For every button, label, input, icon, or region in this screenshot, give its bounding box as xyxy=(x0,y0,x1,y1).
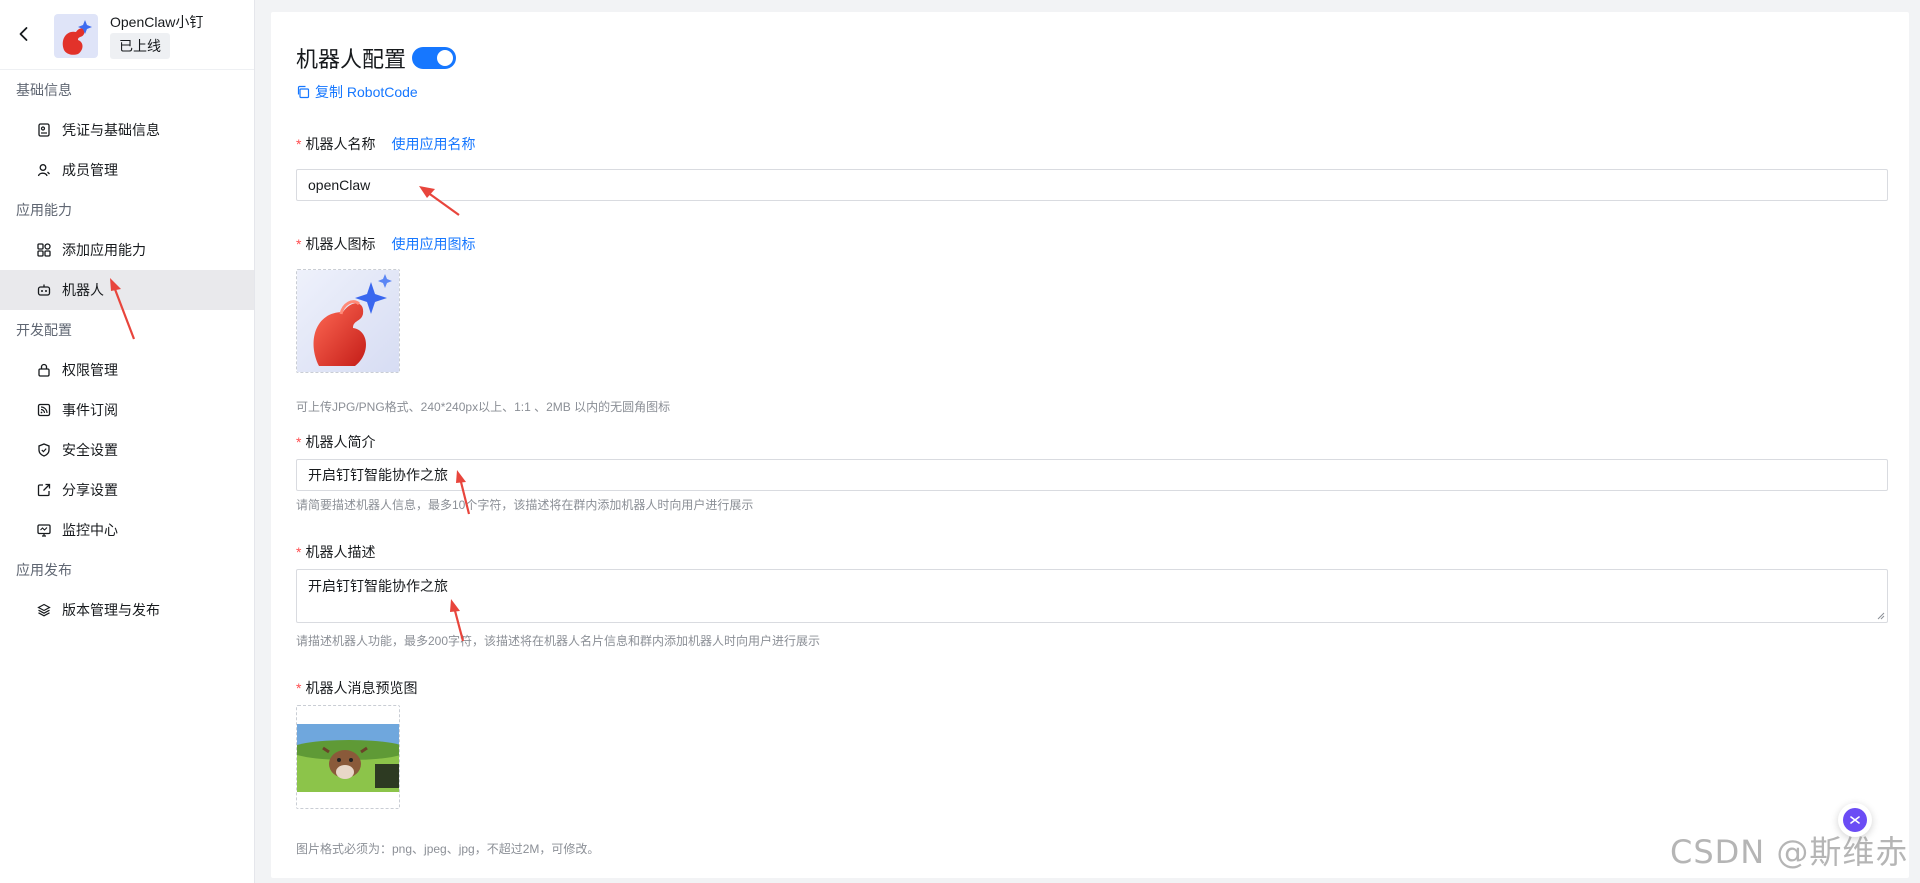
sidebar-item-share[interactable]: 分享设置 xyxy=(0,470,254,510)
robot-icon-label: 机器人图标 xyxy=(305,236,376,252)
robot-desc-textarea[interactable]: 开启钉钉智能协作之旅 xyxy=(296,569,1888,623)
sidebar-item-label: 凭证与基础信息 xyxy=(62,122,160,138)
robot-preview-upload[interactable] xyxy=(296,705,400,809)
app-name: OpenClaw小钉 xyxy=(110,14,204,30)
robot-preview-image xyxy=(297,706,399,808)
sidebar-item-monitor[interactable]: 监控中心 xyxy=(0,510,254,550)
sidebar-item-label: 监控中心 xyxy=(62,522,118,538)
sidebar-item-security[interactable]: 安全设置 xyxy=(0,430,254,470)
rss-icon xyxy=(36,402,52,418)
nav-group-dev-config: 开发配置 xyxy=(16,322,72,338)
robot-desc-hint: 请描述机器人功能，最多200字符，该描述将在机器人名片信息和群内添加机器人时向用… xyxy=(296,634,821,648)
sidebar-item-label: 成员管理 xyxy=(62,162,118,178)
use-app-icon-link[interactable]: 使用应用图标 xyxy=(391,234,475,254)
sidebar-item-credentials[interactable]: 凭证与基础信息 xyxy=(0,110,254,150)
robot-icon xyxy=(36,282,52,298)
lock-icon xyxy=(36,362,52,378)
robot-name-label-row: * 机器人名称 使用应用名称 xyxy=(296,134,475,154)
watermark: CSDN @斯维赤 xyxy=(1670,833,1909,871)
sidebar-item-label: 机器人 xyxy=(62,282,104,298)
sidebar-item-label: 事件订阅 xyxy=(62,402,118,418)
app-header: OpenClaw小钉 已上线 xyxy=(0,0,254,70)
robot-preview-label-row: * 机器人消息预览图 xyxy=(296,678,417,698)
back-arrow-icon[interactable] xyxy=(14,24,34,44)
robot-icon-hint: 可上传JPG/PNG格式、240*240px以上、1:1 、2MB 以内的无圆角… xyxy=(296,400,671,414)
robot-icon-image xyxy=(297,270,399,372)
robot-intro-label-row: * 机器人简介 xyxy=(296,432,375,452)
nav-group-app-capabilities: 应用能力 xyxy=(16,202,72,218)
user-icon xyxy=(36,162,52,178)
layers-icon xyxy=(36,602,52,618)
required-marker: * xyxy=(296,136,302,152)
page-title: 机器人配置 xyxy=(296,47,407,72)
shield-icon xyxy=(36,442,52,458)
copy-link-label: 复制 RobotCode xyxy=(315,84,418,100)
robot-preview-hint: 图片格式必须为：png、jpeg、jpg，不超过2M，可修改。 xyxy=(296,842,600,856)
share-icon xyxy=(36,482,52,498)
robot-preview-label: 机器人消息预览图 xyxy=(305,680,418,696)
required-marker: * xyxy=(296,544,302,560)
robot-enable-toggle[interactable] xyxy=(412,47,457,69)
robot-intro-input[interactable]: 开启钉钉智能协作之旅 xyxy=(296,459,1888,491)
copy-icon xyxy=(296,85,310,99)
sidebar-item-label: 安全设置 xyxy=(62,442,118,458)
monitor-icon xyxy=(36,522,52,538)
use-app-name-link[interactable]: 使用应用名称 xyxy=(391,134,475,154)
robot-intro-label: 机器人简介 xyxy=(305,434,376,450)
sidebar-item-label: 版本管理与发布 xyxy=(62,602,160,618)
required-marker: * xyxy=(296,680,302,696)
required-marker: * xyxy=(296,236,302,252)
title-row: 机器人配置 xyxy=(296,42,457,74)
sidebar-item-label: 添加应用能力 xyxy=(62,242,146,258)
sidebar-item-robot[interactable]: 机器人 xyxy=(0,270,254,310)
nav-group-basic-info: 基础信息 xyxy=(16,82,72,98)
robot-icon-label-row: * 机器人图标 使用应用图标 xyxy=(296,234,475,254)
app-status-badge: 已上线 xyxy=(110,33,170,59)
sidebar-item-members[interactable]: 成员管理 xyxy=(0,150,254,190)
apps-icon xyxy=(36,242,52,258)
robot-desc-label-row: * 机器人描述 xyxy=(296,542,375,562)
sidebar-item-label: 分享设置 xyxy=(62,482,118,498)
credential-icon xyxy=(36,122,52,138)
toggle-knob xyxy=(437,50,454,66)
sidebar: OpenClaw小钉 已上线 基础信息 凭证与基础信息 成员管理 应用能力 添加… xyxy=(0,0,255,883)
robot-icon-upload[interactable] xyxy=(296,269,400,373)
robot-intro-hint: 请简要描述机器人信息，最多10个字符，该描述将在群内添加机器人时向用户进行展示 xyxy=(296,498,754,512)
nav-group-publish: 应用发布 xyxy=(16,562,72,578)
required-marker: * xyxy=(296,434,302,450)
app-logo xyxy=(54,14,98,58)
sidebar-item-permissions[interactable]: 权限管理 xyxy=(0,350,254,390)
robot-name-input[interactable]: openClaw xyxy=(296,169,1888,201)
resize-grip-icon[interactable] xyxy=(1877,612,1885,620)
sidebar-item-add-capability[interactable]: 添加应用能力 xyxy=(0,230,254,270)
copy-robotcode-link[interactable]: 复制 RobotCode xyxy=(296,82,418,102)
robot-name-label: 机器人名称 xyxy=(305,136,376,152)
robot-config-panel: 机器人配置 复制 RobotCode * 机器人名称 使用应用名称 openCl… xyxy=(271,12,1909,878)
robot-desc-label: 机器人描述 xyxy=(305,544,376,560)
sidebar-item-label: 权限管理 xyxy=(62,362,118,378)
sidebar-item-events[interactable]: 事件订阅 xyxy=(0,390,254,430)
robot-desc-value: 开启钉钉智能协作之旅 xyxy=(308,578,448,594)
sidebar-item-versions[interactable]: 版本管理与发布 xyxy=(0,590,254,630)
